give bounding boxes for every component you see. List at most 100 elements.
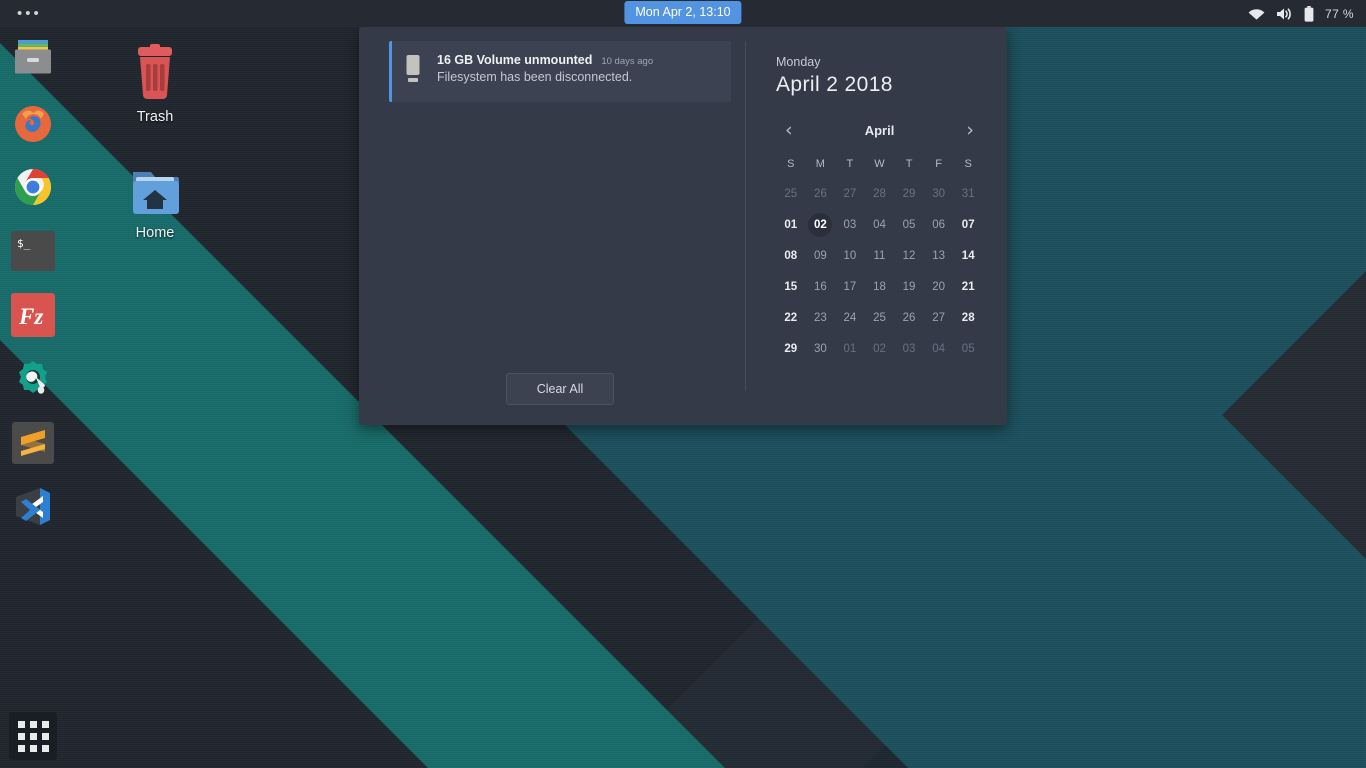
system-status-area[interactable]: 77 % (1248, 0, 1354, 27)
calendar-day-number: 27 (932, 312, 946, 324)
clock-button[interactable]: Mon Apr 2, 13:10 (624, 1, 742, 24)
usb-drive-icon (403, 53, 425, 90)
calendar-day-number: 29 (784, 343, 798, 355)
clock-label: Mon Apr 2, 13:10 (635, 5, 731, 19)
calendar-day[interactable]: 12 (894, 245, 924, 267)
calendar-day-header: W (874, 158, 885, 170)
dock-item-firefox[interactable] (9, 99, 57, 147)
calendar-day[interactable]: 30 (806, 338, 836, 360)
calendar-month-label: April (864, 123, 895, 138)
calendar-day-header: T (846, 158, 854, 170)
dock-item-terminal[interactable]: $_ (9, 227, 57, 275)
calendar-day[interactable]: 05 (894, 214, 924, 236)
calendar-day[interactable]: 16 (806, 276, 836, 298)
calendar-day[interactable]: 28 (865, 183, 895, 205)
calendar-day[interactable]: 22 (776, 307, 806, 329)
calendar-day-number: 10 (843, 250, 857, 262)
calendar-day[interactable]: 27 (924, 307, 954, 329)
calendar-day[interactable]: 30 (924, 183, 954, 205)
calendar-day[interactable]: 13 (924, 245, 954, 267)
calendar-day[interactable]: 08 (776, 245, 806, 267)
calendar-day[interactable]: 29 (894, 183, 924, 205)
dock-item-sublime-text[interactable] (9, 419, 57, 467)
desktop-icon-label: Home (135, 225, 175, 241)
calendar-day[interactable]: 27 (835, 183, 865, 205)
grid-dot (29, 744, 37, 752)
calendar-day[interactable]: 20 (924, 276, 954, 298)
calendar-day-number: 22 (784, 312, 798, 324)
calendar-day[interactable]: 10 (835, 245, 865, 267)
dock-item-chrome[interactable] (9, 163, 57, 211)
calendar-day[interactable]: 28 (953, 307, 983, 329)
desktop[interactable]: Trash Home ••• Mon Apr 2, 13:10 77 % $_ … (0, 0, 1366, 768)
calendar-day-today[interactable]: 02 (806, 213, 836, 237)
calendar-day[interactable]: 05 (953, 338, 983, 360)
calendar-day[interactable]: 02 (865, 338, 895, 360)
calendar-day[interactable]: 03 (835, 214, 865, 236)
calendar-day[interactable]: 07 (953, 214, 983, 236)
chevron-right-icon[interactable]: › (960, 119, 980, 142)
clear-all-button[interactable]: Clear All (505, 373, 615, 405)
calendar-day-number: 28 (961, 312, 975, 324)
calendar-day[interactable]: 17 (835, 276, 865, 298)
calendar-day[interactable]: 29 (776, 338, 806, 360)
calendar-day[interactable]: 11 (865, 245, 895, 267)
calendar-day[interactable]: 01 (776, 214, 806, 236)
dock-item-filezilla[interactable]: Fz (9, 291, 57, 339)
calendar-day[interactable]: 26 (806, 183, 836, 205)
trash-icon (138, 44, 172, 99)
show-applications-button[interactable] (9, 712, 57, 760)
dock-item-tweaks[interactable] (9, 355, 57, 403)
calendar-day[interactable]: 31 (953, 183, 983, 205)
grid-dot (29, 732, 37, 740)
calendar-day-number: 11 (873, 250, 886, 262)
calendar-day[interactable]: 21 (953, 276, 983, 298)
calendar-weekday-label: Monday (776, 55, 821, 69)
calendar-day-number: 02 (808, 213, 833, 237)
dock-item-vscode[interactable] (9, 483, 57, 531)
desktop-icon-trash[interactable]: Trash (107, 44, 203, 125)
calendar-day[interactable]: 19 (894, 276, 924, 298)
calendar-day[interactable]: 04 (924, 338, 954, 360)
dock: $_ Fz (0, 27, 66, 768)
calendar-day-number: 03 (902, 343, 916, 355)
calendar-day[interactable]: 14 (953, 245, 983, 267)
calendar-day-number: 12 (902, 250, 916, 262)
calendar-day[interactable]: 18 (865, 276, 895, 298)
calendar-day-number: 15 (784, 281, 798, 293)
calendar-day-header: S (964, 158, 972, 170)
calendar-day[interactable]: 06 (924, 214, 954, 236)
calendar-day-number: 03 (843, 219, 857, 231)
calendar-day-number: 25 (873, 312, 886, 324)
calendar-day[interactable]: 01 (835, 338, 865, 360)
grid-dot (17, 744, 25, 752)
dock-item-files[interactable] (9, 35, 57, 83)
calendar-day[interactable]: 25 (776, 183, 806, 205)
calendar-day[interactable]: 04 (865, 214, 895, 236)
files-icon (15, 40, 51, 74)
desktop-icon-home[interactable]: Home (107, 166, 203, 241)
calendar-day[interactable]: 23 (806, 307, 836, 329)
activities-button[interactable]: ••• (13, 6, 46, 21)
calendar-pane: Monday April 2 2018 ‹ April › S M T W T F S 25 2… (746, 27, 1007, 425)
chevron-left-icon[interactable]: ‹ (779, 119, 799, 142)
chrome-icon (14, 169, 52, 205)
notification-list: 16 GB Volume unmounted 10 days ago Files… (389, 41, 731, 373)
calendar-day[interactable]: 24 (835, 307, 865, 329)
calendar-grid: S M T W T F S 25 26 27 28 29 30 31 01 02 03 04 05 06 07 08 09 1… (776, 158, 983, 360)
calendar-day-number: 06 (932, 219, 946, 231)
calendar-notification-popup: 16 GB Volume unmounted 10 days ago Files… (359, 27, 1007, 425)
notification-item[interactable]: 16 GB Volume unmounted 10 days ago Files… (389, 41, 731, 102)
calendar-day-number: 19 (902, 281, 916, 293)
calendar-day-header: T (905, 158, 913, 170)
calendar-day-number: 05 (902, 219, 916, 231)
calendar-day-number: 16 (813, 281, 827, 293)
calendar-day[interactable]: 25 (865, 307, 895, 329)
calendar-day[interactable]: 15 (776, 276, 806, 298)
calendar-day-number: 04 (932, 343, 946, 355)
calendar-day[interactable]: 09 (806, 245, 836, 267)
calendar-day-number: 18 (873, 281, 886, 293)
calendar-day-header: F (935, 158, 942, 170)
calendar-day[interactable]: 03 (894, 338, 924, 360)
calendar-day[interactable]: 26 (894, 307, 924, 329)
